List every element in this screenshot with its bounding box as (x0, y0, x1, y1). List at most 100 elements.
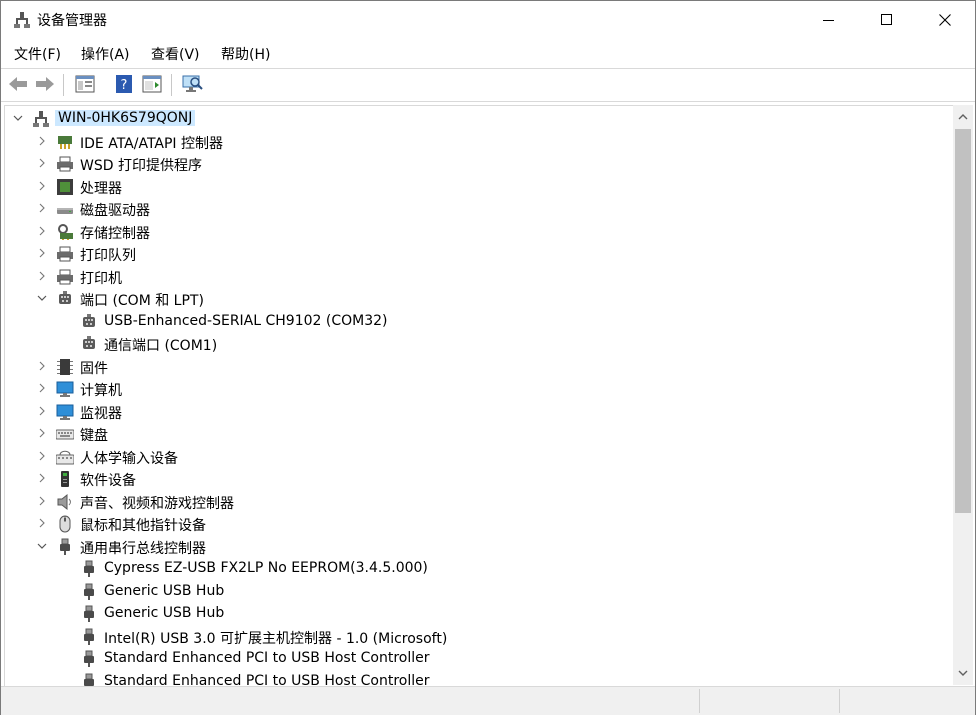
tree-item[interactable]: Standard Enhanced PCI to USB Host Contro… (5, 648, 905, 670)
scroll-thumb[interactable] (955, 129, 971, 513)
tree-item[interactable]: 键盘 (5, 423, 905, 445)
chevron-right-icon (39, 181, 45, 191)
chevron-right-icon (39, 203, 45, 213)
tree-item[interactable]: USB-Enhanced-SERIAL CH9102 (COM32) (5, 311, 905, 333)
usb-icon (84, 560, 94, 577)
expand-toggle[interactable] (36, 270, 48, 282)
back-button[interactable] (7, 73, 29, 95)
show-action-pane-button[interactable] (141, 73, 163, 95)
status-separator (839, 689, 840, 713)
arrow-left-icon (9, 77, 27, 91)
tree-item[interactable]: 端口 (COM 和 LPT) (5, 288, 905, 310)
scan-hardware-button[interactable] (181, 73, 203, 95)
tree-item[interactable]: 计算机 (5, 378, 905, 400)
expand-toggle[interactable] (36, 427, 48, 439)
title-bar[interactable]: 设备管理器 (1, 1, 975, 39)
tree-item[interactable]: 磁盘驱动器 (5, 198, 905, 220)
expand-toggle[interactable] (36, 247, 48, 259)
port-icon (83, 336, 95, 349)
processor-icon (57, 179, 73, 195)
menu-view[interactable]: 查看(V) (151, 44, 200, 64)
tree-item[interactable]: 声音、视频和游戏控制器 (5, 491, 905, 513)
expand-toggle[interactable] (36, 180, 48, 192)
expand-toggle[interactable] (36, 495, 48, 507)
scroll-down-button[interactable] (957, 667, 969, 679)
expand-toggle[interactable] (36, 382, 48, 394)
tree-item[interactable]: 打印机 (5, 266, 905, 288)
expand-toggle[interactable] (36, 450, 48, 462)
show-hide-console-tree-button[interactable] (74, 73, 96, 95)
tree-item-label: 磁盘驱动器 (80, 203, 150, 219)
tree-item[interactable]: 通信端口 (COM1) (5, 333, 905, 355)
expand-toggle[interactable] (36, 405, 48, 417)
tree-item[interactable]: 固件 (5, 356, 905, 378)
tree-item[interactable]: 存储控制器 (5, 221, 905, 243)
expand-toggle[interactable] (36, 517, 48, 529)
expand-toggle[interactable] (36, 292, 48, 304)
minimize-button[interactable] (800, 1, 858, 39)
software-device-icon (61, 471, 69, 487)
disk-drive-icon (57, 208, 73, 214)
expand-root[interactable] (12, 112, 24, 124)
tree-item-label: 监视器 (80, 406, 122, 422)
tree-item-label: Generic USB Hub (104, 583, 225, 599)
monitor-icon (56, 381, 74, 397)
forward-button[interactable] (34, 73, 56, 95)
tree-item[interactable]: 人体学输入设备 (5, 446, 905, 468)
close-button[interactable] (916, 1, 974, 39)
chevron-down-icon (37, 543, 47, 549)
chevron-right-icon (39, 383, 45, 393)
monitor-icon (56, 404, 74, 420)
tree-item[interactable]: WSD 打印提供程序 (5, 153, 905, 175)
vertical-scrollbar[interactable] (953, 105, 973, 685)
tree-item-label: 固件 (80, 361, 108, 377)
scroll-up-button[interactable] (957, 111, 969, 123)
tree-item[interactable]: IDE ATA/ATAPI 控制器 (5, 131, 905, 153)
tree-item[interactable]: Generic USB Hub (5, 603, 905, 625)
device-tree[interactable]: WIN-0HK6S79QONJ IDE ATA/ATAPI 控制器 WSD 打印… (4, 105, 954, 686)
expand-toggle[interactable] (36, 202, 48, 214)
scan-hardware-icon (182, 75, 203, 92)
expand-toggle[interactable] (36, 360, 48, 372)
usb-icon (84, 583, 94, 600)
help-button[interactable]: ? (113, 73, 135, 95)
root-computer-name: WIN-0HK6S79QONJ (55, 110, 196, 126)
tree-item[interactable]: 鼠标和其他指针设备 (5, 513, 905, 535)
tree-item[interactable]: Standard Enhanced PCI to USB Host Contro… (5, 671, 905, 686)
chevron-right-icon (39, 271, 45, 281)
close-icon (939, 14, 951, 26)
tree-item[interactable]: 处理器 (5, 176, 905, 198)
tree-item-label: IDE ATA/ATAPI 控制器 (80, 136, 224, 152)
chevron-right-icon (39, 473, 45, 483)
expand-toggle[interactable] (36, 472, 48, 484)
computer-network-icon (33, 111, 49, 127)
chevron-down-icon (958, 670, 968, 676)
device-manager-app-icon (14, 12, 30, 28)
svg-text:?: ? (121, 78, 128, 93)
maximize-button[interactable] (858, 1, 916, 39)
arrow-right-icon (36, 77, 54, 91)
toolbar-separator (63, 74, 64, 96)
expand-toggle[interactable] (36, 225, 48, 237)
menu-action[interactable]: 操作(A) (81, 44, 130, 64)
expand-toggle[interactable] (36, 157, 48, 169)
hid-icon (56, 450, 74, 465)
tree-item-label: Standard Enhanced PCI to USB Host Contro… (104, 650, 430, 666)
chevron-right-icon (39, 406, 45, 416)
tree-item[interactable]: 监视器 (5, 401, 905, 423)
tree-item-label: USB-Enhanced-SERIAL CH9102 (COM32) (104, 313, 388, 329)
tree-item[interactable]: Cypress EZ-USB FX2LP No EEPROM(3.4.5.000… (5, 558, 905, 580)
tree-item[interactable]: 软件设备 (5, 468, 905, 490)
tree-item-label: 打印队列 (80, 248, 136, 264)
tree-item[interactable]: 打印队列 (5, 243, 905, 265)
expand-toggle[interactable] (36, 135, 48, 147)
tree-root[interactable]: WIN-0HK6S79QONJ (5, 108, 905, 130)
tree-item[interactable]: Intel(R) USB 3.0 可扩展主机控制器 - 1.0 (Microso… (5, 626, 905, 648)
tree-item[interactable]: 通用串行总线控制器 (5, 536, 905, 558)
tree-item-label: Cypress EZ-USB FX2LP No EEPROM(3.4.5.000… (104, 560, 428, 576)
menu-help[interactable]: 帮助(H) (221, 44, 270, 64)
chevron-right-icon (39, 226, 45, 236)
tree-item[interactable]: Generic USB Hub (5, 581, 905, 603)
menu-file[interactable]: 文件(F) (14, 44, 61, 64)
expand-toggle[interactable] (36, 540, 48, 552)
